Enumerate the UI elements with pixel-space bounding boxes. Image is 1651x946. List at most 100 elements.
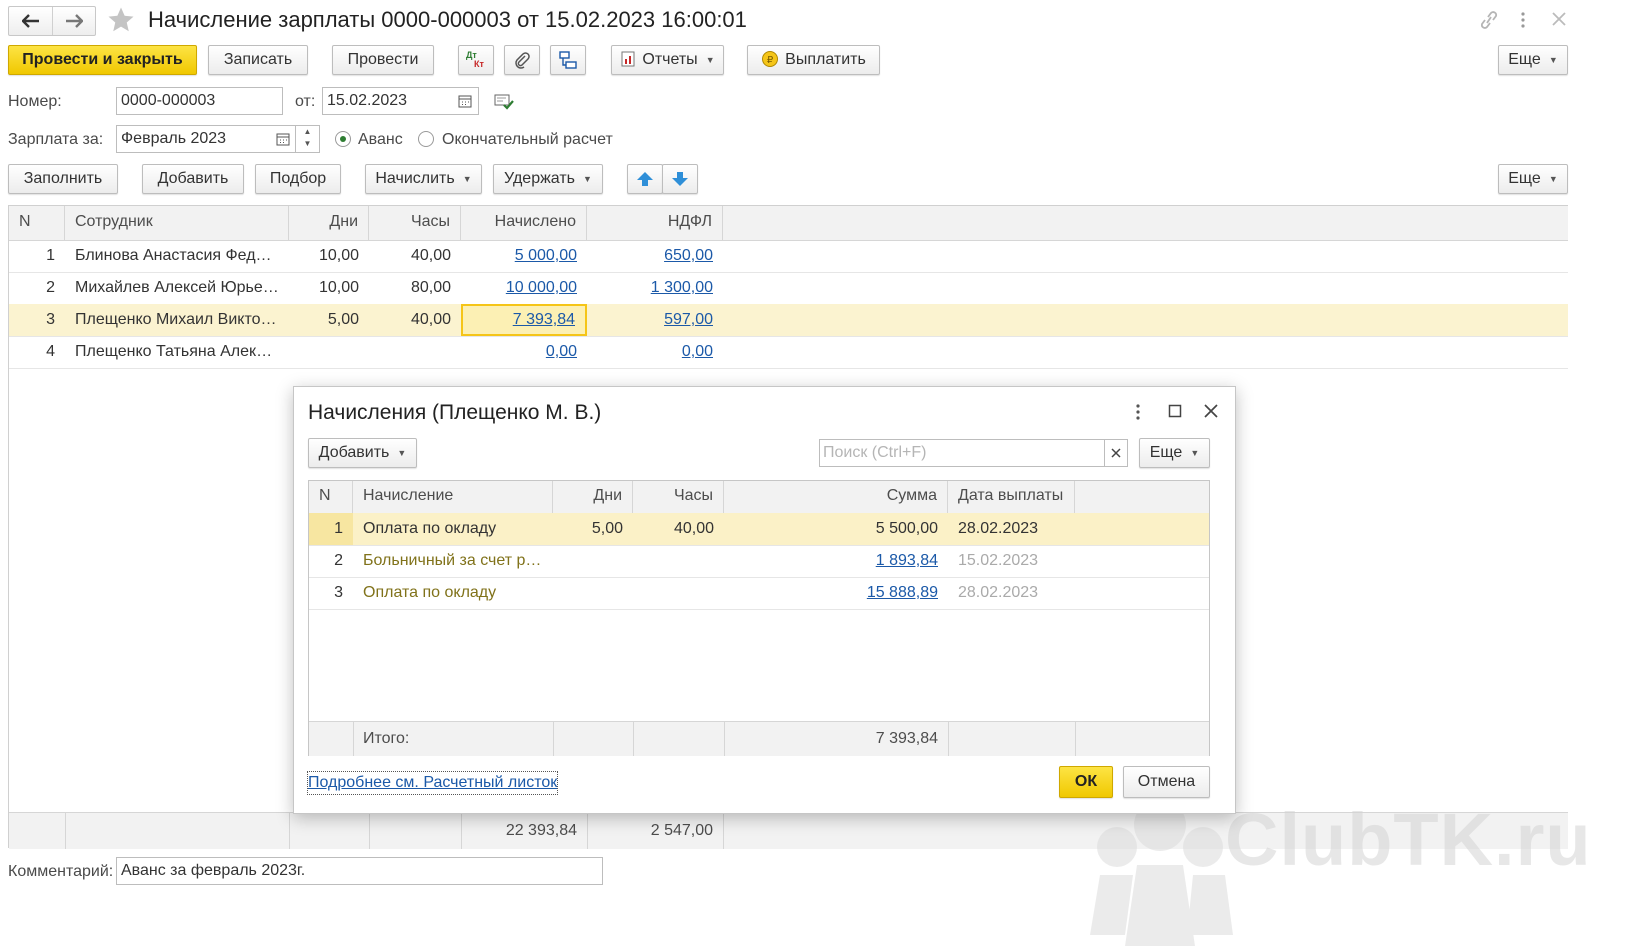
col-ndfl[interactable]: НДФЛ xyxy=(587,206,723,240)
sum-value: 5 500,00 xyxy=(875,520,938,537)
accrued-value-active[interactable]: 7 393,84 xyxy=(461,304,587,336)
period-spinner[interactable]: ▲ ▼ xyxy=(296,125,320,153)
spin-up-icon[interactable]: ▲ xyxy=(296,126,319,138)
add-button[interactable]: Добавить xyxy=(142,164,244,194)
ndfl-value[interactable]: 650,00 xyxy=(587,240,723,272)
col-n[interactable]: N xyxy=(309,481,353,513)
post-and-close-button[interactable]: Провести и закрыть xyxy=(8,45,197,75)
calendar-button[interactable] xyxy=(451,87,479,115)
maximize-icon[interactable] xyxy=(1168,404,1182,418)
table-row-selected[interactable]: 3 Плещенко Михаил Виктор… 5,00 40,00 7 3… xyxy=(9,304,1568,337)
accrued-value[interactable]: 5 000,00 xyxy=(461,240,587,272)
table-row[interactable]: 2 Больничный за счет р… 1 893,84 15.02.2… xyxy=(309,545,1209,578)
back-arrow-icon[interactable] xyxy=(9,7,53,35)
accrued-value[interactable]: 10 000,00 xyxy=(461,272,587,304)
accrue-button[interactable]: Начислить ▼ xyxy=(365,164,482,194)
withhold-button[interactable]: Удержать ▼ xyxy=(493,164,603,194)
accrual-name: Оплата по окладу xyxy=(363,584,497,601)
dialog-search-input[interactable]: Поиск (Ctrl+F) xyxy=(819,439,1105,467)
accrued-value[interactable]: 0,00 xyxy=(461,336,587,368)
employee-name: Плещенко Татьяна Алекс… xyxy=(75,343,281,360)
more-vertical-icon[interactable] xyxy=(1516,10,1530,30)
col-hours[interactable]: Часы xyxy=(633,481,724,513)
total-ndfl: 2 547,00 xyxy=(650,822,713,839)
number-field[interactable]: 0000-000003 xyxy=(116,87,283,115)
dialog-close-icon[interactable] xyxy=(1202,402,1220,420)
chevron-down-icon: ▼ xyxy=(462,174,472,184)
more-button-top[interactable]: Еще ▼ xyxy=(1498,45,1568,75)
table-row[interactable]: 1 Блинова Анастасия Фед… 10,00 40,00 5 0… xyxy=(9,240,1568,273)
accruals-table: N Начисление Дни Часы Сумма Дата выплаты… xyxy=(308,480,1210,756)
move-up-button[interactable] xyxy=(627,164,663,194)
table-row[interactable]: 4 Плещенко Татьяна Алекс… 0,00 0,00 xyxy=(9,336,1568,369)
pick-button[interactable]: Подбор xyxy=(255,164,341,194)
document-check-icon[interactable] xyxy=(493,91,515,111)
calendar-icon xyxy=(458,95,471,108)
post-button[interactable]: Провести xyxy=(332,45,434,75)
col-n[interactable]: N xyxy=(9,206,65,240)
final-settlement-radio[interactable] xyxy=(418,131,434,147)
dialog-title: Начисления (Плещенко М. В.) xyxy=(308,401,602,424)
advance-radio[interactable] xyxy=(335,131,351,147)
attachment-button[interactable] xyxy=(504,45,540,75)
dialog-table-header: N Начисление Дни Часы Сумма Дата выплаты xyxy=(309,481,1209,514)
period-calendar-button[interactable] xyxy=(270,125,296,153)
structure-button[interactable] xyxy=(550,45,586,75)
row-number: 3 xyxy=(46,311,55,328)
save-button[interactable]: Записать xyxy=(208,45,308,75)
nav-group xyxy=(8,6,96,36)
col-sum[interactable]: Сумма xyxy=(724,481,948,513)
link-icon[interactable] xyxy=(1478,10,1500,30)
days-value: 5,00 xyxy=(591,520,623,537)
hours-value xyxy=(633,545,724,577)
period-field[interactable]: Февраль 2023 xyxy=(116,125,271,153)
window-title: Начисление зарплаты 0000-000003 от 15.02… xyxy=(148,7,747,32)
more-button-table[interactable]: Еще ▼ xyxy=(1498,164,1568,194)
close-icon[interactable] xyxy=(1550,10,1568,28)
table-row[interactable]: 2 Михайлев Алексей Юрье… 10,00 80,00 10 … xyxy=(9,272,1568,305)
chevron-down-icon: ▼ xyxy=(1548,55,1558,65)
sum-value[interactable]: 15 888,89 xyxy=(724,577,948,609)
favorite-star-icon[interactable] xyxy=(106,5,136,35)
comment-label: Комментарий: xyxy=(8,863,114,880)
ok-button[interactable]: ОК xyxy=(1059,766,1113,798)
chevron-down-icon: ▼ xyxy=(1190,448,1200,458)
total-label: Итого: xyxy=(363,730,410,747)
spin-down-icon[interactable]: ▼ xyxy=(296,138,319,150)
col-pay-date[interactable]: Дата выплаты xyxy=(948,481,1075,513)
sum-value[interactable]: 1 893,84 xyxy=(724,545,948,577)
advance-label: Аванс xyxy=(358,131,403,148)
dialog-add-button[interactable]: Добавить ▼ xyxy=(308,438,417,468)
col-days[interactable]: Дни xyxy=(289,206,369,240)
table-header: N Сотрудник Дни Часы Начислено НДФЛ xyxy=(9,206,1568,241)
col-hours[interactable]: Часы xyxy=(369,206,461,240)
dialog-more-button[interactable]: Еще ▼ xyxy=(1139,438,1210,468)
ndfl-value[interactable]: 1 300,00 xyxy=(587,272,723,304)
watermark-text: ClubTK.ru xyxy=(1225,798,1592,881)
dialog-more-icon[interactable] xyxy=(1131,402,1145,422)
fill-button[interactable]: Заполнить xyxy=(8,164,118,194)
ndfl-value[interactable]: 0,00 xyxy=(587,336,723,368)
col-days[interactable]: Дни xyxy=(553,481,633,513)
chevron-down-icon: ▼ xyxy=(1548,174,1558,184)
table-row-selected[interactable]: 1 Оплата по окладу 5,00 40,00 5 500,00 2… xyxy=(309,513,1209,546)
col-accrued[interactable]: Начислено xyxy=(461,206,587,240)
dt-kt-button[interactable]: Дт Кт xyxy=(458,45,494,75)
reports-button[interactable]: Отчеты ▼ xyxy=(611,45,724,75)
days-value xyxy=(289,336,369,368)
forward-arrow-icon[interactable] xyxy=(52,7,95,35)
comment-field[interactable]: Аванс за февраль 2023г. xyxy=(116,857,603,885)
col-employee[interactable]: Сотрудник xyxy=(65,206,289,240)
ndfl-value[interactable]: 597,00 xyxy=(587,304,723,336)
pay-button[interactable]: ₽ Выплатить xyxy=(747,45,880,75)
table-row[interactable]: 3 Оплата по окладу 15 888,89 28.02.2023 xyxy=(309,577,1209,610)
cancel-button[interactable]: Отмена xyxy=(1123,766,1210,798)
search-clear-icon[interactable] xyxy=(1104,439,1128,467)
dialog-table-footer: Итого: 7 393,84 xyxy=(309,721,1209,756)
col-accrual[interactable]: Начисление xyxy=(353,481,553,513)
chevron-down-icon: ▼ xyxy=(705,55,715,65)
row-number: 1 xyxy=(309,513,353,545)
move-down-button[interactable] xyxy=(662,164,698,194)
date-field[interactable]: 15.02.2023 xyxy=(322,87,452,115)
payslip-link[interactable]: Подробнее см. Расчетный листок xyxy=(306,771,559,795)
